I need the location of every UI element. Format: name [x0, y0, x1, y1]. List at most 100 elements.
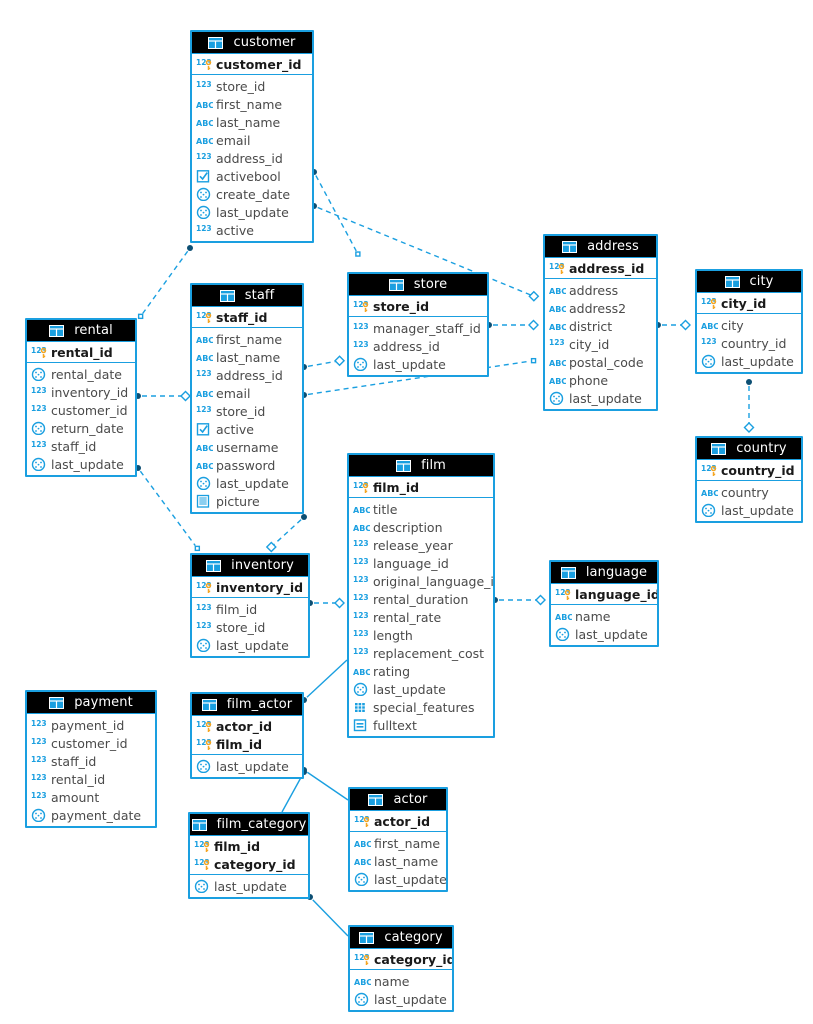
table-header-city[interactable]: city [697, 271, 801, 293]
pk-column-language_id[interactable]: 123 language_id [551, 585, 657, 603]
column-email[interactable]: ABC email [192, 384, 302, 402]
table-header-address[interactable]: address [545, 236, 656, 258]
pk-column-category_id[interactable]: 123 category_id [190, 855, 308, 873]
column-address_id[interactable]: 123 address_id [349, 337, 487, 355]
table-header-film_category[interactable]: film_category [190, 814, 308, 836]
column-last_update[interactable]: last_update [192, 203, 312, 221]
table-category[interactable]: category 123 category_id ABC name last_update [348, 925, 454, 1012]
pk-column-actor_id[interactable]: 123 actor_id [350, 812, 446, 830]
table-film_category[interactable]: film_category 123 film_id 123 category_idlas… [188, 812, 310, 899]
pk-column-actor_id[interactable]: 123 actor_id [192, 717, 302, 735]
table-header-inventory[interactable]: inventory [192, 555, 308, 577]
column-country_id[interactable]: 123 country_id [697, 334, 801, 352]
column-fulltext[interactable]: fulltext [349, 716, 493, 734]
column-address2[interactable]: ABC address2 [545, 299, 656, 317]
column-first_name[interactable]: ABC first_name [192, 95, 312, 113]
column-original_language_id[interactable]: 123 original_language_id [349, 572, 493, 590]
er-diagram-canvas[interactable]: customer 123 customer_id 123 store_id ABC firs… [0, 0, 813, 1024]
column-active[interactable]: 123 active [192, 221, 312, 239]
column-last_update[interactable]: last_update [27, 455, 135, 473]
column-rating[interactable]: ABC rating [349, 662, 493, 680]
table-film_actor[interactable]: film_actor 123 actor_id 123 film_id last_upda… [190, 692, 304, 779]
column-address_id[interactable]: 123 address_id [192, 366, 302, 384]
column-last_update[interactable]: last_update [192, 636, 308, 654]
column-staff_id[interactable]: 123 staff_id [27, 752, 155, 770]
table-customer[interactable]: customer 123 customer_id 123 store_id ABC firs… [190, 30, 314, 243]
column-rental_date[interactable]: rental_date [27, 365, 135, 383]
column-amount[interactable]: 123 amount [27, 788, 155, 806]
column-district[interactable]: ABC district [545, 317, 656, 335]
table-inventory[interactable]: inventory 123 inventory_id 123 film_id 123 sto… [190, 553, 310, 658]
column-first_name[interactable]: ABC first_name [350, 834, 446, 852]
column-release_year[interactable]: 123 release_year [349, 536, 493, 554]
pk-column-film_id[interactable]: 123 film_id [349, 478, 493, 496]
column-customer_id[interactable]: 123 customer_id [27, 734, 155, 752]
table-rental[interactable]: rental 123 rental_id rental_date 123 inventor… [25, 318, 137, 477]
column-length[interactable]: 123 length [349, 626, 493, 644]
column-name[interactable]: ABC name [350, 972, 452, 990]
column-last_update[interactable]: last_update [350, 870, 446, 888]
column-city_id[interactable]: 123 city_id [545, 335, 656, 353]
table-header-payment[interactable]: payment [27, 692, 155, 714]
column-email[interactable]: ABC email [192, 131, 312, 149]
column-film_id[interactable]: 123 film_id [192, 600, 308, 618]
table-header-store[interactable]: store [349, 274, 487, 296]
column-customer_id[interactable]: 123 customer_id [27, 401, 135, 419]
pk-column-customer_id[interactable]: 123 customer_id [192, 55, 312, 73]
column-payment_date[interactable]: payment_date [27, 806, 155, 824]
column-payment_id[interactable]: 123 payment_id [27, 716, 155, 734]
pk-column-staff_id[interactable]: 123 staff_id [192, 308, 302, 326]
column-city[interactable]: ABC city [697, 316, 801, 334]
column-last_name[interactable]: ABC last_name [192, 348, 302, 366]
table-city[interactable]: city 123 city_id ABC city 123 country_id last_u… [695, 269, 803, 374]
column-replacement_cost[interactable]: 123 replacement_cost [349, 644, 493, 662]
table-header-language[interactable]: language [551, 562, 657, 584]
pk-column-store_id[interactable]: 123 store_id [349, 297, 487, 315]
column-title[interactable]: ABC title [349, 500, 493, 518]
column-language_id[interactable]: 123 language_id [349, 554, 493, 572]
table-film[interactable]: film 123 film_id ABC title ABC description 123 r… [347, 453, 495, 738]
column-last_update[interactable]: last_update [551, 625, 657, 643]
column-create_date[interactable]: create_date [192, 185, 312, 203]
column-last_update[interactable]: last_update [697, 352, 801, 370]
column-last_name[interactable]: ABC last_name [350, 852, 446, 870]
column-manager_staff_id[interactable]: 123 manager_staff_id [349, 319, 487, 337]
column-last_update[interactable]: last_update [190, 877, 308, 895]
pk-column-film_id[interactable]: 123 film_id [192, 735, 302, 753]
column-last_update[interactable]: last_update [349, 680, 493, 698]
pk-column-country_id[interactable]: 123 country_id [697, 461, 801, 479]
table-header-rental[interactable]: rental [27, 320, 135, 342]
column-address[interactable]: ABC address [545, 281, 656, 299]
column-first_name[interactable]: ABC first_name [192, 330, 302, 348]
column-picture[interactable]: picture [192, 492, 302, 510]
table-language[interactable]: language 123 language_id ABC name last_update [549, 560, 659, 647]
table-header-staff[interactable]: staff [192, 285, 302, 307]
pk-column-city_id[interactable]: 123 city_id [697, 294, 801, 312]
column-last_update[interactable]: last_update [192, 474, 302, 492]
pk-column-rental_id[interactable]: 123 rental_id [27, 343, 135, 361]
table-actor[interactable]: actor 123 actor_id ABC first_name ABC last_nam… [348, 787, 448, 892]
table-header-film[interactable]: film [349, 455, 493, 477]
column-last_update[interactable]: last_update [697, 501, 801, 519]
column-return_date[interactable]: return_date [27, 419, 135, 437]
column-last_name[interactable]: ABC last_name [192, 113, 312, 131]
column-name[interactable]: ABC name [551, 607, 657, 625]
column-last_update[interactable]: last_update [349, 355, 487, 373]
column-password[interactable]: ABC password [192, 456, 302, 474]
table-header-film_actor[interactable]: film_actor [192, 694, 302, 716]
column-activebool[interactable]: activebool [192, 167, 312, 185]
pk-column-address_id[interactable]: 123 address_id [545, 259, 656, 277]
column-country[interactable]: ABC country [697, 483, 801, 501]
column-address_id[interactable]: 123 address_id [192, 149, 312, 167]
column-postal_code[interactable]: ABC postal_code [545, 353, 656, 371]
column-special_features[interactable]: special_features [349, 698, 493, 716]
pk-column-film_id[interactable]: 123 film_id [190, 837, 308, 855]
column-staff_id[interactable]: 123 staff_id [27, 437, 135, 455]
column-last_update[interactable]: last_update [192, 757, 302, 775]
column-description[interactable]: ABC description [349, 518, 493, 536]
column-store_id[interactable]: 123 store_id [192, 618, 308, 636]
table-address[interactable]: address 123 address_id ABC address ABC address… [543, 234, 658, 411]
table-header-customer[interactable]: customer [192, 32, 312, 54]
column-last_update[interactable]: last_update [545, 389, 656, 407]
column-inventory_id[interactable]: 123 inventory_id [27, 383, 135, 401]
